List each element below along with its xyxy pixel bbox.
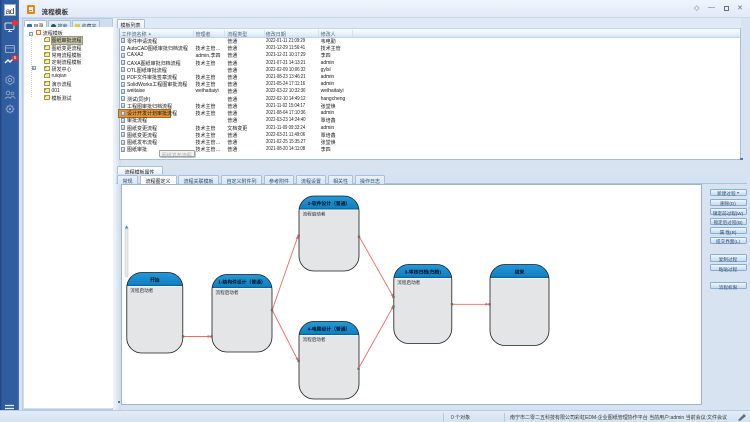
svg-text:2-软件设计（普通）: 2-软件设计（普通）: [307, 200, 350, 207]
svg-text:4-电路设计（普通）: 4-电路设计（普通）: [307, 325, 350, 332]
svg-text:流程启动者: 流程启动者: [215, 289, 238, 296]
svg-text:流程启动者: 流程启动者: [302, 336, 325, 343]
svg-text:流程启动者: 流程启动者: [302, 210, 325, 217]
svg-text:流程启动者: 流程启动者: [397, 279, 420, 286]
svg-text:结束: 结束: [514, 268, 524, 275]
svg-text:3-审核归档(归档): 3-审核归档(归档): [404, 268, 441, 275]
svg-text:开始: 开始: [149, 276, 159, 283]
svg-text:1-结构件设计（普通）: 1-结构件设计（普通）: [218, 278, 265, 285]
svg-text:流程启动者: 流程启动者: [130, 287, 153, 294]
